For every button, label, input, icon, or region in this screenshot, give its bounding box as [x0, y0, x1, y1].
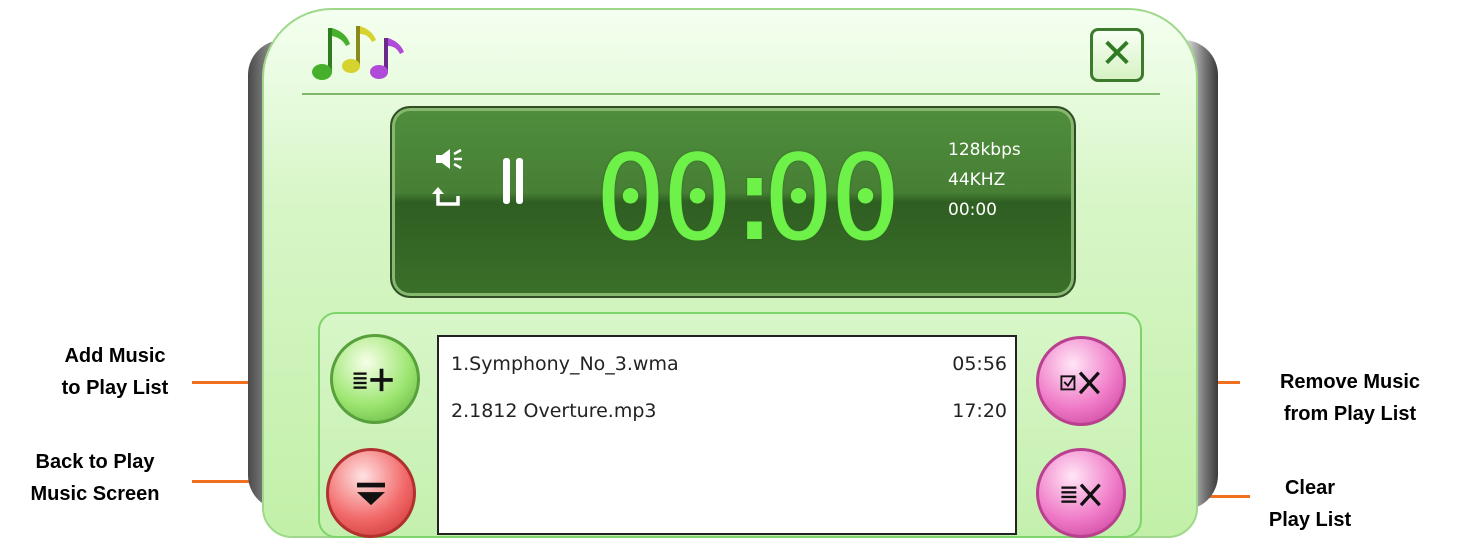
annotation-line: Remove Music	[1279, 371, 1421, 393]
title-divider	[302, 93, 1160, 95]
total-time-label: 00:00	[948, 200, 997, 220]
remove-music-button[interactable]	[1036, 336, 1126, 426]
checkbox-remove-icon	[1060, 371, 1100, 395]
pause-icon[interactable]	[500, 156, 526, 206]
annotation-line: Add Music	[64, 345, 166, 367]
clear-play-list-button[interactable]	[1036, 448, 1126, 538]
list-item[interactable]: 1.Symphony_No_3.wma 05:56	[451, 353, 1007, 381]
annotation-line: Music Screen	[30, 483, 160, 505]
elapsed-time: 00 : 00	[595, 129, 901, 267]
annotation-line: Play List	[1268, 509, 1352, 531]
playlist[interactable]: 1.Symphony_No_3.wma 05:56 2.1812 Overtur…	[437, 335, 1017, 535]
arrow-down-icon	[357, 482, 385, 506]
annotation-line: Clear	[1284, 477, 1336, 499]
annotation-line: Back to Play	[35, 451, 155, 473]
annotation-line: to Play List	[61, 377, 169, 399]
annotation-clear-list: Clear Play List	[1230, 472, 1390, 536]
back-to-play-button[interactable]	[326, 448, 416, 538]
annotation-back-to-play: Back to Play Music Screen	[0, 446, 190, 510]
track-name: 1.Symphony_No_3.wma	[451, 353, 679, 375]
list-add-icon	[353, 368, 393, 392]
sample-rate-label: 44KHZ	[948, 170, 1006, 190]
annotation-line: from Play List	[1283, 403, 1417, 425]
list-item[interactable]: 2.1812 Overture.mp3 17:20	[451, 400, 1007, 428]
track-duration: 17:20	[952, 400, 1007, 422]
repeat-icon[interactable]	[432, 186, 464, 212]
time-minutes: 00	[595, 129, 733, 267]
time-seconds: 00	[763, 129, 901, 267]
bitrate-label: 128kbps	[948, 140, 1021, 160]
add-music-button[interactable]	[330, 334, 420, 424]
speaker-icon[interactable]	[434, 146, 464, 172]
annotation-add-music: Add Music to Play List	[10, 340, 220, 404]
annotation-remove-music: Remove Music from Play List	[1240, 366, 1460, 430]
list-clear-icon	[1061, 483, 1101, 507]
track-name: 2.1812 Overture.mp3	[451, 400, 657, 422]
track-duration: 05:56	[952, 353, 1007, 375]
music-notes-icon	[312, 26, 404, 80]
close-button[interactable]: ✕	[1090, 28, 1144, 82]
